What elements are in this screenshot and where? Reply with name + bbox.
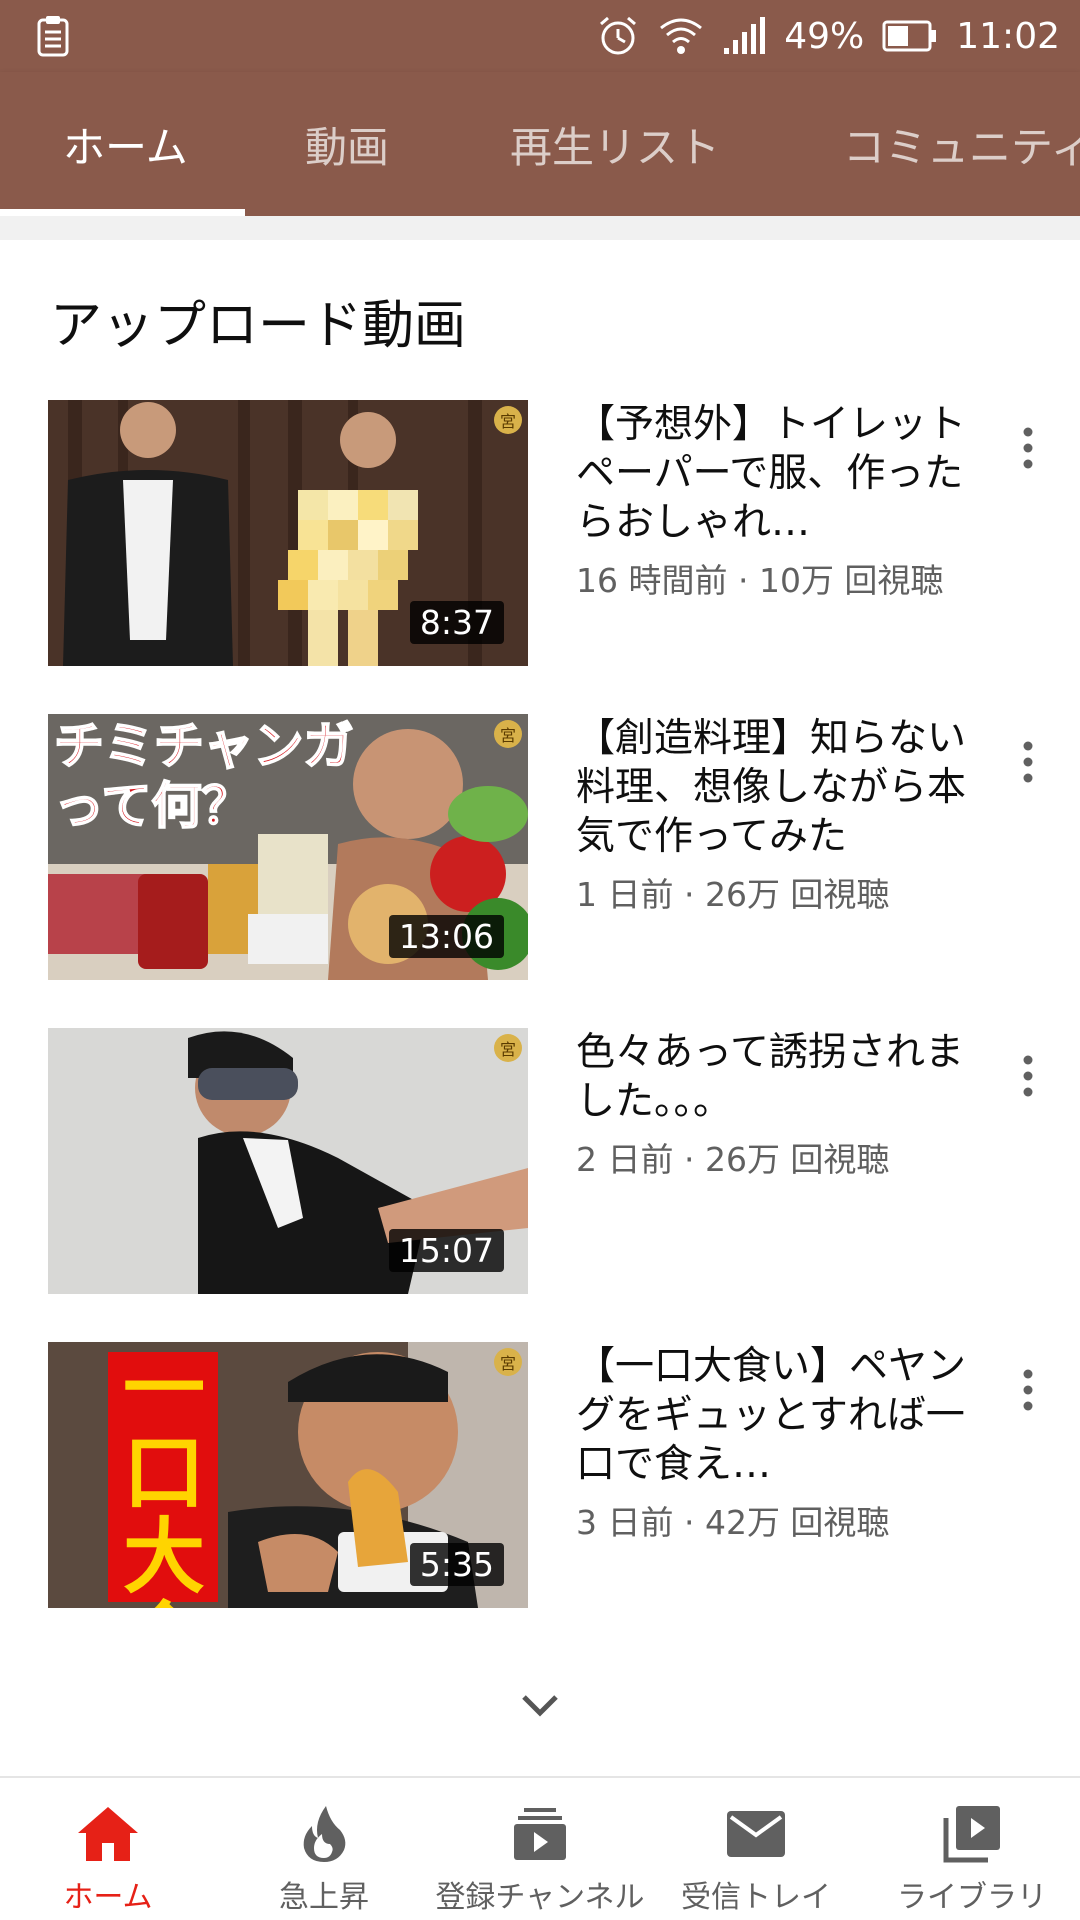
- video-title[interactable]: 色々あって誘拐されました。。。: [576, 1028, 976, 1126]
- thumbnail-caption: 一口大食: [122, 1342, 205, 1609]
- nav-library[interactable]: ライブラリ: [864, 1778, 1080, 1920]
- clock-time: 11:02: [956, 15, 1060, 57]
- tab-playlists[interactable]: 再生リスト: [510, 72, 720, 216]
- chevron-down-icon[interactable]: [510, 1683, 570, 1727]
- channel-badge: 宮: [494, 1034, 522, 1062]
- alarm-icon: [596, 14, 640, 58]
- video-thumbnail[interactable]: 宮 8:37: [48, 400, 528, 666]
- nav-home[interactable]: ホーム: [0, 1778, 216, 1920]
- inbox-mail-icon: [725, 1802, 787, 1866]
- video-meta: 3 日前 · 42万 回視聴: [576, 1503, 890, 1542]
- video-duration: 8:37: [409, 601, 504, 644]
- video-duration: 5:35: [409, 1543, 504, 1586]
- channel-badge: 宮: [494, 1348, 522, 1376]
- divider-band: [0, 216, 1080, 240]
- nav-trending[interactable]: 急上昇: [216, 1778, 432, 1920]
- channel-badge: 宮: [494, 406, 522, 434]
- more-options-icon[interactable]: [1010, 1048, 1046, 1108]
- active-tab-indicator: [0, 209, 245, 216]
- home-icon: [76, 1802, 140, 1866]
- nav-inbox[interactable]: 受信トレイ: [648, 1778, 864, 1920]
- tab-videos[interactable]: 動画: [305, 72, 389, 216]
- nav-label: 登録チャンネル: [435, 1880, 645, 1915]
- bottom-navigation: ホーム 急上昇 登録チャンネル 受信トレイ ライブラリ: [0, 1776, 1080, 1920]
- signal-icon: [722, 16, 766, 56]
- video-meta: 16 時間前 · 10万 回視聴: [576, 561, 944, 600]
- video-thumbnail[interactable]: チミチャンガって何？ 宮 13:06: [48, 714, 528, 980]
- nav-label: ライブラリ: [897, 1880, 1047, 1915]
- battery-icon: [882, 19, 938, 53]
- library-icon: [942, 1802, 1002, 1866]
- tab-home[interactable]: ホーム: [63, 72, 188, 216]
- more-options-icon[interactable]: [1010, 420, 1046, 480]
- video-thumbnail[interactable]: 一口大食 宮 5:35: [48, 1342, 528, 1608]
- video-item[interactable]: 宮 8:37 【予想外】トイレットペーパーで服、作ったらおしゃれ… 16 時間前…: [0, 400, 1080, 666]
- wifi-icon: [658, 14, 704, 58]
- video-duration: 13:06: [388, 915, 504, 958]
- trending-flame-icon: [300, 1802, 348, 1866]
- video-meta: 1 日前 · 26万 回視聴: [576, 875, 890, 914]
- video-title[interactable]: 【創造料理】知らない料理、想像しながら本気で作ってみた: [576, 714, 976, 861]
- nav-label: 受信トレイ: [681, 1880, 831, 1915]
- video-title[interactable]: 【予想外】トイレットペーパーで服、作ったらおしゃれ…: [576, 400, 976, 547]
- nav-label: 急上昇: [279, 1880, 369, 1915]
- more-options-icon[interactable]: [1010, 734, 1046, 794]
- section-title: アップロード動画: [50, 296, 467, 356]
- subscriptions-icon: [512, 1802, 568, 1866]
- video-duration: 15:07: [388, 1229, 504, 1272]
- tab-community[interactable]: コミュニティ: [843, 72, 1080, 216]
- thumbnail-caption: チミチャンガって何？: [53, 716, 355, 836]
- video-title[interactable]: 【一口大食い】ペヤングをギュッとすれば一口で食え…: [576, 1342, 976, 1489]
- video-item[interactable]: 宮 15:07 色々あって誘拐されました。。。 2 日前 · 26万 回視聴: [0, 1028, 1080, 1294]
- video-item[interactable]: チミチャンガって何？ 宮 13:06 【創造料理】知らない料理、想像しながら本気…: [0, 714, 1080, 980]
- nav-label: ホーム: [63, 1880, 153, 1915]
- nav-subscriptions[interactable]: 登録チャンネル: [432, 1778, 648, 1920]
- video-item[interactable]: 一口大食 宮 5:35 【一口大食い】ペヤングをギュッとすれば一口で食え… 3 …: [0, 1342, 1080, 1608]
- channel-tab-bar: ホーム 動画 再生リスト コミュニティ: [0, 72, 1080, 216]
- status-bar: 49% 11:02: [0, 0, 1080, 72]
- clipboard-notification-icon: [36, 14, 70, 58]
- more-options-icon[interactable]: [1010, 1362, 1046, 1422]
- video-meta: 2 日前 · 26万 回視聴: [576, 1140, 890, 1179]
- channel-badge: 宮: [494, 720, 522, 748]
- video-thumbnail[interactable]: 宮 15:07: [48, 1028, 528, 1294]
- battery-percent: 49%: [784, 15, 865, 57]
